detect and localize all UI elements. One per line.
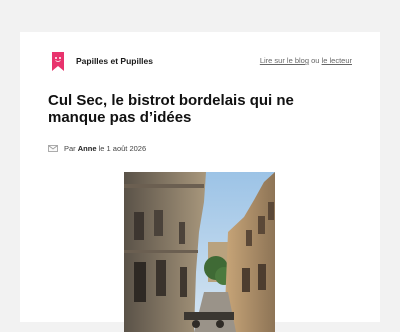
byline-prefix: Par [64, 144, 76, 153]
read-on-blog-link[interactable]: Lire sur le blog [260, 56, 309, 65]
links-separator: ou [311, 56, 320, 65]
byline-date: le 1 août 2026 [98, 144, 147, 153]
byline: Par Anne le 1 août 2026 [48, 144, 146, 153]
read-in-reader-link[interactable]: le lecteur [322, 56, 352, 65]
email-card: Papilles et Pupilles Lire sur le blog ou… [20, 32, 380, 332]
author-name[interactable]: Anne [78, 144, 97, 153]
top-links: Lire sur le blog ou le lecteur [260, 56, 352, 65]
mail-icon [48, 145, 58, 152]
article-photo[interactable] [124, 172, 275, 332]
blog-name[interactable]: Papilles et Pupilles [76, 56, 153, 66]
bookmark-logo-icon[interactable] [52, 52, 64, 71]
article-title[interactable]: Cul Sec, le bistrot bordelais qui ne man… [48, 92, 348, 126]
